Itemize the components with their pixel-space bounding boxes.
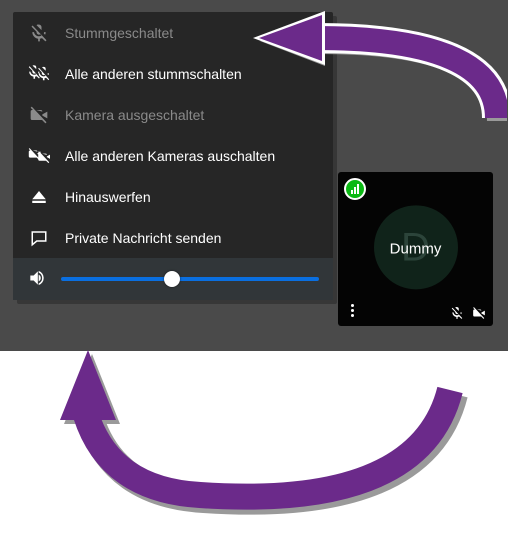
menu-item-camera-off-all[interactable]: Alle anderen Kameras auschalten xyxy=(13,135,333,176)
connection-quality-icon[interactable] xyxy=(344,178,366,200)
menu-item-label: Kamera ausgeschaltet xyxy=(65,107,204,123)
menu-item-label: Hinauswerfen xyxy=(65,189,151,205)
annotation-arrow-bottom xyxy=(20,320,470,540)
mic-muted-status-icon xyxy=(450,306,464,320)
menu-item-muted: Stummgeschaltet xyxy=(13,12,333,53)
menu-item-label: Alle anderen Kameras auschalten xyxy=(65,148,275,164)
participant-tile[interactable]: D Dummy xyxy=(338,172,493,326)
chat-icon xyxy=(27,226,51,250)
volume-slider-thumb[interactable] xyxy=(164,271,180,287)
participant-context-menu: Stummgeschaltet Alle anderen stummschalt… xyxy=(13,12,333,300)
volume-row xyxy=(13,258,333,300)
camera-off-status-icon xyxy=(471,306,487,320)
menu-item-mute-all[interactable]: Alle anderen stummschalten xyxy=(13,53,333,94)
menu-item-label: Alle anderen stummschalten xyxy=(65,66,242,82)
participant-name: Dummy xyxy=(390,241,442,258)
eject-icon xyxy=(27,185,51,209)
more-options-button[interactable] xyxy=(345,301,359,319)
menu-item-camera-off: Kamera ausgeschaltet xyxy=(13,94,333,135)
menu-item-label: Stummgeschaltet xyxy=(65,25,173,41)
camera-off-icon xyxy=(27,103,51,127)
camera-off-all-icon xyxy=(27,144,51,168)
status-icons xyxy=(450,306,487,320)
volume-icon xyxy=(27,268,49,290)
menu-item-kick-out[interactable]: Hinauswerfen xyxy=(13,176,333,217)
mic-muted-icon xyxy=(27,21,51,45)
menu-item-label: Private Nachricht senden xyxy=(65,230,221,246)
menu-item-private-message[interactable]: Private Nachricht senden xyxy=(13,217,333,258)
mic-mute-all-icon xyxy=(27,62,51,86)
volume-slider[interactable] xyxy=(61,277,319,281)
